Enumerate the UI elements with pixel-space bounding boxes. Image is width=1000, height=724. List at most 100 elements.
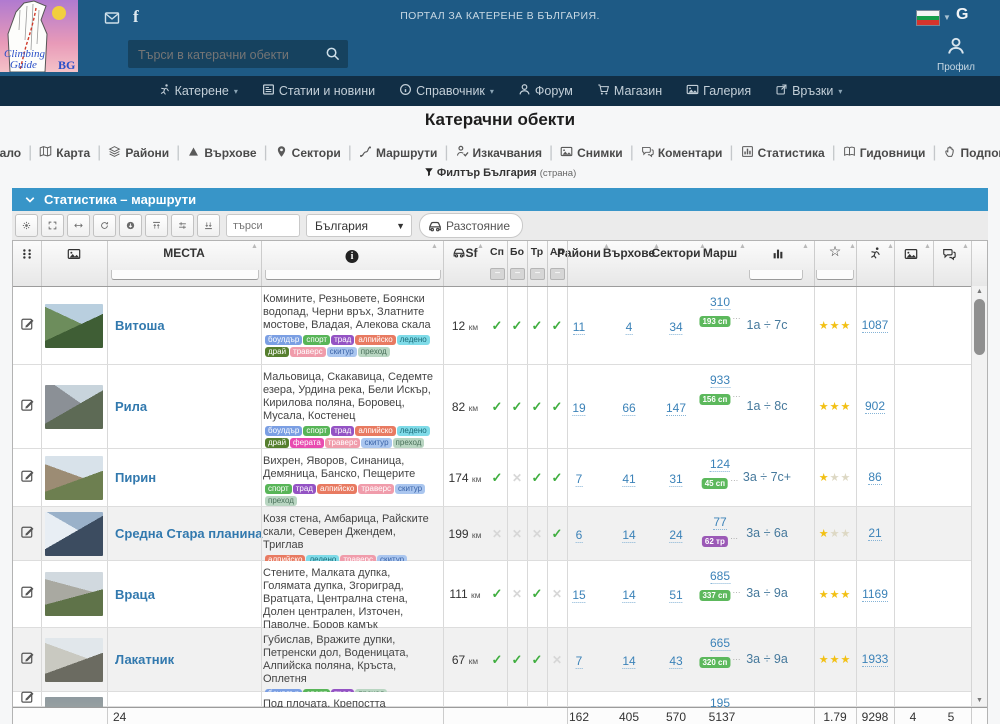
place-thumbnail[interactable] <box>45 572 103 616</box>
ascents-count-link[interactable]: 21 <box>868 526 881 541</box>
nav-item-Магазин[interactable]: Магазин <box>597 83 662 99</box>
circledown-button[interactable] <box>119 214 142 237</box>
col-routes[interactable]: Марш <box>703 246 737 260</box>
regions-count[interactable]: 11 <box>573 318 585 336</box>
peaks-count-link[interactable]: 14 <box>622 654 635 669</box>
sectors-count-link[interactable]: 147 <box>666 401 686 416</box>
peaks-count-link[interactable]: 41 <box>622 472 635 487</box>
place-name-link[interactable]: Рила <box>115 399 147 414</box>
sort-caret[interactable]: ▲ <box>802 243 809 250</box>
ascents-count-link[interactable]: 1169 <box>862 587 888 602</box>
sectors-count[interactable]: 31 <box>669 470 682 488</box>
regions-count-link[interactable]: 7 <box>576 472 583 487</box>
col-regions[interactable]: Райони <box>557 246 601 260</box>
column-minus-button[interactable]: − <box>550 268 565 280</box>
peaks-count-link[interactable]: 66 <box>622 401 635 416</box>
edit-row-button[interactable] <box>20 397 35 417</box>
sectors-count-link[interactable]: 34 <box>669 320 682 335</box>
regions-count[interactable]: 6 <box>576 526 583 544</box>
column-minus-button[interactable]: − <box>510 268 525 280</box>
nav-item-Катерене[interactable]: Катерене▾ <box>158 83 238 99</box>
peaks-count-link[interactable]: 14 <box>622 528 635 543</box>
expand-button[interactable] <box>41 214 64 237</box>
sectors-count[interactable]: 34 <box>669 318 682 336</box>
col-boulder[interactable]: Бо <box>510 246 524 258</box>
subnav-item-Сектори[interactable]: Сектори <box>275 145 341 161</box>
language-flag-bulgaria[interactable] <box>916 10 940 26</box>
sort-caret[interactable]: ▲ <box>431 243 438 250</box>
place-name-link[interactable]: Враца <box>115 587 155 602</box>
column-minus-button[interactable]: − <box>530 268 545 280</box>
regions-count-link[interactable]: 11 <box>573 320 585 335</box>
place-name-link[interactable]: Пирин <box>115 470 156 485</box>
stats-panel-header[interactable]: Статистика – маршрути <box>12 188 988 211</box>
ascents-count-link[interactable]: 902 <box>865 399 885 414</box>
subnav-item-Маршрути[interactable]: Маршрути <box>359 145 437 161</box>
gear-button[interactable] <box>15 214 38 237</box>
regions-count-link[interactable]: 6 <box>576 528 583 543</box>
regions-count[interactable]: 19 <box>572 399 585 417</box>
subnav-item-Начало[interactable]: Начало <box>0 145 21 161</box>
sort-caret[interactable]: ▲ <box>887 243 894 250</box>
subnav-item-Статистика[interactable]: Статистика <box>741 145 825 161</box>
peaks-count[interactable]: 14 <box>622 652 635 670</box>
sort-caret[interactable]: ▲ <box>739 243 746 250</box>
peaks-count[interactable]: 4 <box>626 318 633 336</box>
col-sf[interactable]: Sf <box>453 246 478 260</box>
col-sport[interactable]: Сп <box>490 246 504 258</box>
routes-count-link[interactable]: 933 <box>710 373 730 388</box>
sort-caret[interactable]: ▲ <box>477 243 484 250</box>
place-name-link[interactable]: Лакатник <box>115 652 174 667</box>
table-search-input[interactable] <box>226 214 300 237</box>
totop-button[interactable] <box>145 214 168 237</box>
place-thumbnail[interactable] <box>45 638 103 682</box>
sort-caret[interactable]: ▲ <box>251 243 258 250</box>
col-places[interactable]: МЕСТА <box>163 246 205 260</box>
col-trad[interactable]: Тр <box>531 246 543 258</box>
nav-item-Форум[interactable]: Форум <box>518 83 573 99</box>
sectors-count[interactable]: 147 <box>666 399 686 417</box>
nav-item-Връзки[interactable]: Връзки▾ <box>775 83 842 99</box>
edit-row-button[interactable] <box>20 689 35 707</box>
peaks-count[interactable]: 14 <box>622 526 635 544</box>
ascents-count-link[interactable]: 86 <box>868 470 881 485</box>
star-column-icon[interactable]: ☆ <box>829 243 842 260</box>
sectors-count-link[interactable]: 51 <box>669 588 682 603</box>
sectors-count[interactable]: 51 <box>669 586 682 604</box>
routes-count-link[interactable]: 665 <box>710 636 730 651</box>
ascents-count-link[interactable]: 1087 <box>862 318 889 333</box>
nav-item-Справочник[interactable]: Справочник▾ <box>399 83 494 99</box>
place-thumbnail[interactable] <box>45 304 103 348</box>
sectors-count-link[interactable]: 24 <box>669 528 682 543</box>
country-select[interactable]: България ▼ <box>306 214 412 237</box>
peaks-count[interactable]: 41 <box>622 470 635 488</box>
nav-item-Галерия[interactable]: Галерия <box>686 83 751 99</box>
place-thumbnail[interactable] <box>45 385 103 429</box>
info-column-icon[interactable]: i <box>346 246 359 264</box>
hresize-button[interactable] <box>67 214 90 237</box>
regions-count-link[interactable]: 19 <box>572 401 585 416</box>
col-peaks[interactable]: Върхове <box>603 246 655 260</box>
routes-count-link[interactable]: 124 <box>710 457 730 472</box>
language-caret-icon[interactable]: ▼ <box>943 13 951 22</box>
edit-row-button[interactable] <box>20 316 35 336</box>
vertical-scrollbar[interactable]: ▲ ▼ <box>971 286 987 706</box>
subnav-item-Карта[interactable]: Карта <box>39 145 90 161</box>
routes-filter-input[interactable] <box>749 270 803 280</box>
scroll-up-icon[interactable]: ▲ <box>972 288 987 295</box>
sectors-count[interactable]: 43 <box>669 652 682 670</box>
sort-caret[interactable]: ▲ <box>849 243 856 250</box>
desc-filter-input[interactable] <box>265 270 441 280</box>
images-column-icon[interactable] <box>904 247 918 266</box>
filter-line[interactable]: Филтър България (страна) <box>0 167 1000 179</box>
regions-count[interactable]: 15 <box>572 586 585 604</box>
regions-count-link[interactable]: 15 <box>572 588 585 603</box>
header-search-input[interactable] <box>136 40 320 70</box>
distance-button[interactable]: Разстояние <box>419 213 523 238</box>
place-name-link[interactable]: Витоша <box>115 318 165 333</box>
place-name-link[interactable]: Средна Стара планина <box>115 526 263 541</box>
routes-count-link[interactable]: 310 <box>710 295 730 310</box>
subnav-item-Изкачвания[interactable]: Изкачвания <box>456 145 542 161</box>
scroll-down-icon[interactable]: ▼ <box>972 697 987 704</box>
sort-caret[interactable]: ▲ <box>653 243 660 250</box>
